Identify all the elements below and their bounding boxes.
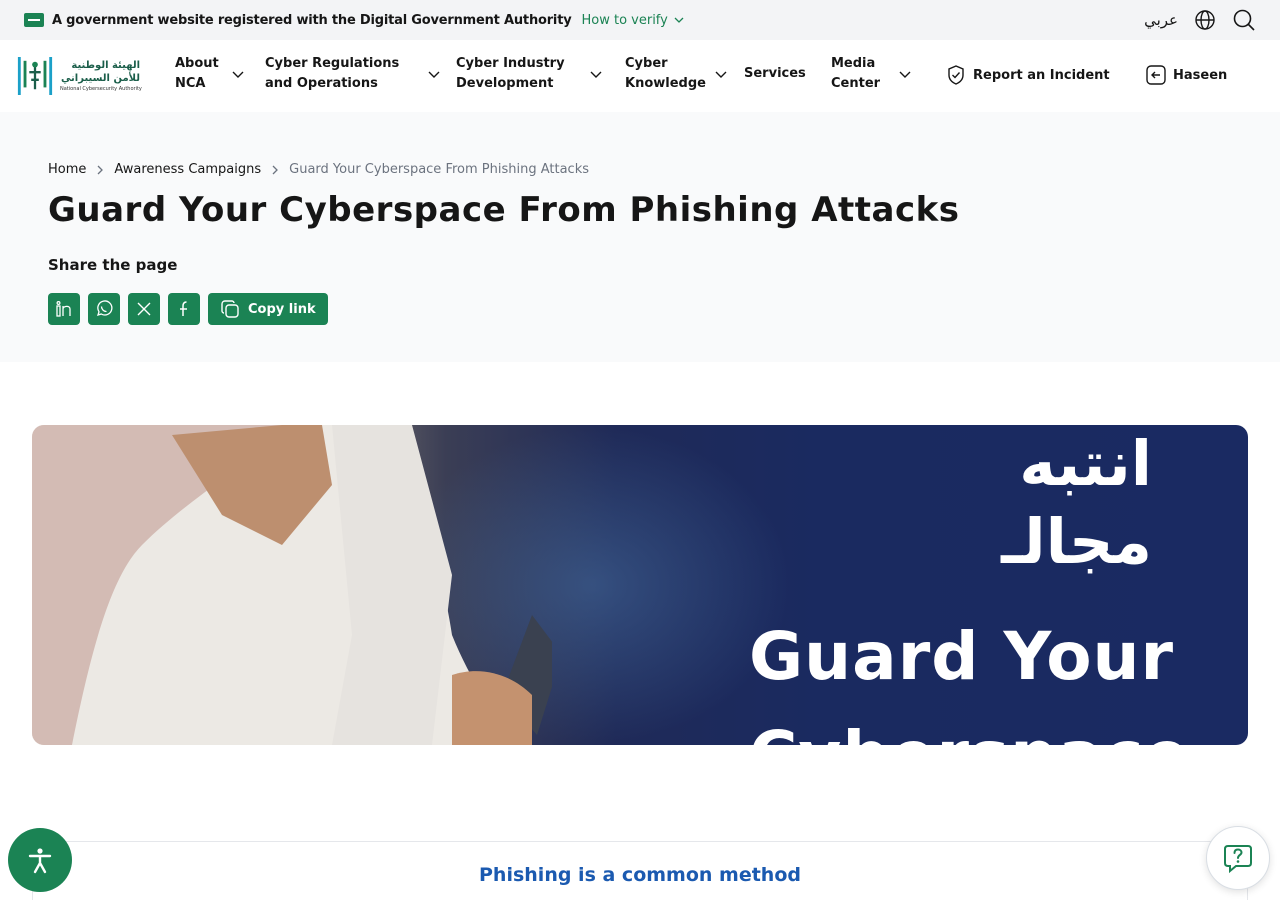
haseen-label: Haseen bbox=[1173, 67, 1228, 83]
banner-arabic-line1: انتبه bbox=[1019, 427, 1152, 500]
banner-arabic-line2: مجالـ bbox=[1001, 505, 1152, 578]
nca-logo[interactable]: الهيئة الوطنية للأمن السيبراني National … bbox=[16, 52, 144, 100]
person-with-phone-illustration bbox=[32, 425, 552, 745]
chevron-down-icon bbox=[232, 71, 244, 78]
haseen-login-button[interactable]: Haseen bbox=[1145, 64, 1227, 86]
logo-english-name: National Cybersecurity Authority bbox=[60, 86, 142, 92]
copy-link-button[interactable]: Copy link bbox=[208, 293, 328, 325]
report-incident-label: Report an Incident bbox=[973, 67, 1110, 83]
share-x-button[interactable] bbox=[128, 293, 160, 325]
share-buttons: Copy link bbox=[48, 293, 328, 325]
nav-cyber-knowledge-label: Cyber Knowledge bbox=[625, 56, 706, 91]
chevron-right-icon bbox=[97, 165, 104, 174]
nav-about-nca-label: About NCA bbox=[175, 56, 219, 91]
nav-services[interactable]: Services bbox=[744, 64, 806, 84]
accessibility-button[interactable] bbox=[8, 828, 72, 892]
globe-icon[interactable] bbox=[1194, 9, 1216, 31]
x-twitter-icon bbox=[137, 302, 151, 316]
shield-check-icon bbox=[948, 65, 964, 85]
banner-arabic-text: انتبه مجالـ bbox=[1001, 425, 1152, 581]
banner-english-line1: Guard Your bbox=[749, 618, 1175, 695]
nav-media-center[interactable]: Media Center bbox=[831, 54, 912, 94]
logo-arabic-line2: للأمن السيبراني bbox=[60, 73, 140, 84]
nav-media-center-label: Media Center bbox=[831, 56, 881, 91]
chevron-down-icon bbox=[899, 71, 911, 78]
nav-cyber-regulations[interactable]: Cyber Regulations and Operations bbox=[265, 54, 441, 94]
language-switch-label[interactable]: عربي bbox=[1144, 11, 1178, 29]
breadcrumb: Home Awareness Campaigns Guard Your Cybe… bbox=[48, 162, 589, 177]
banner-english-line2: Cyberspace bbox=[749, 717, 1190, 745]
breadcrumb-home[interactable]: Home bbox=[48, 162, 86, 177]
accessibility-icon bbox=[28, 848, 52, 874]
whatsapp-icon bbox=[97, 300, 113, 316]
nca-logo-mark-icon bbox=[17, 57, 53, 95]
search-icon[interactable] bbox=[1232, 8, 1256, 32]
help-chat-button[interactable] bbox=[1206, 826, 1270, 890]
article-heading: Phishing is a common method bbox=[479, 864, 801, 886]
nav-cyber-industry-label: Cyber Industry Development bbox=[456, 56, 565, 91]
report-incident-button[interactable]: Report an Incident bbox=[945, 64, 1110, 86]
facebook-icon bbox=[180, 301, 187, 316]
how-to-verify-link[interactable]: How to verify bbox=[581, 12, 684, 28]
chevron-down-icon bbox=[590, 71, 602, 78]
nav-cyber-industry[interactable]: Cyber Industry Development bbox=[456, 54, 603, 94]
main-header: الهيئة الوطنية للأمن السيبراني National … bbox=[0, 40, 1280, 112]
nav-cyber-regulations-label: Cyber Regulations and Operations bbox=[265, 56, 400, 91]
help-question-icon bbox=[1224, 845, 1252, 874]
linkedin-icon bbox=[56, 301, 71, 317]
how-to-verify-label: How to verify bbox=[581, 12, 668, 28]
copy-link-label: Copy link bbox=[248, 301, 316, 317]
article-card: Phishing is a common method bbox=[32, 841, 1248, 900]
sign-in-icon bbox=[1146, 65, 1166, 85]
logo-wordmark: الهيئة الوطنية للأمن السيبراني National … bbox=[60, 60, 144, 92]
share-page-label: Share the page bbox=[48, 256, 178, 274]
breadcrumb-current-page: Guard Your Cyberspace From Phishing Atta… bbox=[289, 162, 589, 177]
share-facebook-button[interactable] bbox=[168, 293, 200, 325]
page-header-section: Home Awareness Campaigns Guard Your Cybe… bbox=[0, 112, 1280, 362]
breadcrumb-awareness-campaigns[interactable]: Awareness Campaigns bbox=[114, 162, 261, 177]
nav-cyber-knowledge[interactable]: Cyber Knowledge bbox=[625, 54, 728, 94]
saudi-flag-icon bbox=[24, 13, 44, 27]
share-linkedin-button[interactable] bbox=[48, 293, 80, 325]
gov-bar-actions: عربي bbox=[1144, 8, 1256, 32]
nav-about-nca[interactable]: About NCA bbox=[175, 54, 245, 94]
chevron-down-icon bbox=[715, 71, 727, 78]
copy-icon bbox=[221, 300, 239, 318]
logo-arabic-line1: الهيئة الوطنية bbox=[71, 60, 140, 71]
nav-services-label: Services bbox=[744, 66, 806, 81]
chevron-right-icon bbox=[272, 165, 279, 174]
gov-registration-text: A government website registered with the… bbox=[52, 12, 572, 28]
chevron-down-icon bbox=[674, 17, 684, 23]
share-whatsapp-button[interactable] bbox=[88, 293, 120, 325]
gov-verification-bar: A government website registered with the… bbox=[0, 0, 1280, 40]
campaign-banner-image: انتبه مجالـ Guard Your Cyberspace bbox=[32, 425, 1248, 745]
chevron-down-icon bbox=[428, 71, 440, 78]
page-title: Guard Your Cyberspace From Phishing Atta… bbox=[48, 190, 960, 230]
